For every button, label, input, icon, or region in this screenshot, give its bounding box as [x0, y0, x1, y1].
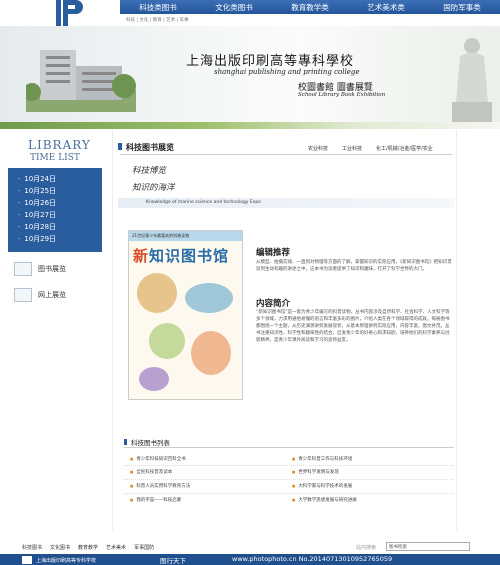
book-cover-header: 21世纪青少年最喜欢的科普读物: [129, 231, 242, 241]
search-input[interactable]: 图书检索: [386, 542, 470, 551]
top-nav: 科技类图书 文化类图书 教育教学类 艺术美术类 国防军事类: [120, 0, 500, 14]
footer-link[interactable]: 文化图书: [50, 544, 70, 551]
sub-tabs: 农业科技 工业科技 化工/机械/冶金/医学/农业: [308, 145, 433, 152]
list-item[interactable]: 青少年科技知识百科全书: [130, 456, 186, 462]
banner: 上海出版印刷高等專科學校 shanghai publishing and pri…: [0, 26, 500, 126]
statue-image: [452, 38, 492, 124]
sidebar-link-label: 网上展览: [38, 291, 66, 299]
list-divider: [124, 493, 454, 494]
list-item[interactable]: 我的宇宙——科技启蒙: [130, 497, 181, 503]
list-divider: [124, 465, 454, 466]
date-list: 10月24日 10月25日 10月26日 10月27日 10月28日 10月29…: [8, 168, 102, 252]
building-image: [26, 50, 136, 112]
cover-illustration: [139, 367, 169, 391]
date-item[interactable]: 10月25日: [18, 186, 102, 198]
date-item[interactable]: 10月26日: [18, 198, 102, 210]
cover-illustration: [185, 283, 233, 313]
tab-agriculture[interactable]: 农业科技: [308, 145, 328, 152]
divider: [120, 154, 452, 155]
school-logo[interactable]: [56, 0, 84, 26]
book-cover-title: 新知识图书馆: [133, 247, 230, 265]
banner-title-en: shanghai publishing and printing college: [214, 68, 360, 76]
banner-title: 上海出版印刷高等專科學校: [186, 54, 355, 69]
summary-text: “新知识图书馆”是一套为青少年编写的科普读物，丛书内容涉及自然科学、社会科学、人…: [256, 310, 450, 343]
time-list-heading: TIME LIST: [30, 153, 80, 163]
search-label: 站内搜索: [356, 545, 377, 551]
tab-industry[interactable]: 工业科技: [342, 145, 362, 152]
sidebar-link-online-exhibition[interactable]: 网上展览: [14, 286, 102, 304]
book-icon: [14, 262, 32, 276]
footer-link[interactable]: 教育教学: [78, 544, 98, 551]
library-heading: LIBRARY: [28, 138, 91, 152]
nav-item-art[interactable]: 艺术美术类: [367, 2, 405, 13]
list-title: 科技图书列表: [124, 437, 170, 447]
sidebar-link-book-exhibition[interactable]: 图书展览: [14, 260, 102, 278]
date-item[interactable]: 10月27日: [18, 210, 102, 222]
date-item[interactable]: 10月28日: [18, 222, 102, 234]
recommend-text: 从模型、拍摄实践、一直到对物理等方面的了解，掌握知识的实际应用。《新知识图书馆》…: [256, 260, 452, 272]
watermark: 图行天下: [160, 557, 186, 565]
divider: [124, 447, 454, 448]
date-item[interactable]: 10月29日: [18, 234, 102, 246]
tab-chemistry[interactable]: 化工/机械/冶金/医学/农业: [376, 145, 433, 152]
breadcrumb: 科技 | 文化 | 教育 | 艺术 | 军事: [126, 18, 189, 23]
footer-logo-icon: [22, 556, 32, 564]
cover-illustration: [191, 331, 231, 375]
summary-heading: 内容简介: [256, 299, 291, 309]
nav-item-education[interactable]: 教育教学类: [291, 2, 329, 13]
nav-item-tech[interactable]: 科技类图书: [139, 2, 177, 13]
date-item[interactable]: 10月24日: [18, 174, 102, 186]
watermark-url: www.photophoto.cn No.2014071301095276505…: [232, 555, 393, 563]
list-item[interactable]: 世界科学发明与发现: [292, 469, 339, 475]
page: 科技类图书 文化类图书 教育教学类 艺术美术类 国防军事类 科技 | 文化 | …: [0, 0, 500, 565]
monitor-icon: [14, 288, 32, 302]
list-item[interactable]: 大学数学思想发展与研究进展: [292, 497, 357, 503]
expo-banner: Knowledge of marine science and technolo…: [118, 198, 454, 208]
cover-illustration: [149, 323, 185, 359]
list-divider: [124, 479, 454, 480]
cover-illustration: [137, 273, 177, 313]
footer-link[interactable]: 军事国防: [134, 544, 154, 551]
section-title: 科技图书展览: [118, 142, 174, 153]
book-cover[interactable]: 21世纪青少年最喜欢的科普读物 新知识图书馆: [128, 230, 243, 400]
list-item[interactable]: 大科学家与科学技术的发展: [292, 483, 352, 489]
footer-school-name: 上海出版印刷高等专科学校: [36, 558, 97, 564]
banner-subtitle-en: School Library Book Exhibition: [298, 92, 386, 98]
banner-grass-strip: [0, 122, 500, 129]
footer-link[interactable]: 艺术美术: [106, 544, 126, 551]
handwritten-heading: 科技博览: [132, 166, 167, 176]
list-item[interactable]: 全民科技普及读本: [130, 469, 172, 475]
footer-link[interactable]: 科技图书: [22, 544, 42, 551]
nav-item-culture[interactable]: 文化类图书: [215, 2, 253, 13]
list-item[interactable]: 科普人员实用科学教育方法: [130, 483, 190, 489]
recommend-heading: 编辑推荐: [256, 248, 291, 258]
nav-item-military[interactable]: 国防军事类: [443, 2, 481, 13]
list-item[interactable]: 青少年科普工作与科技环境: [292, 456, 352, 462]
sidebar-link-label: 图书展览: [38, 265, 66, 273]
handwritten-subheading: 知识的海洋: [132, 183, 175, 193]
